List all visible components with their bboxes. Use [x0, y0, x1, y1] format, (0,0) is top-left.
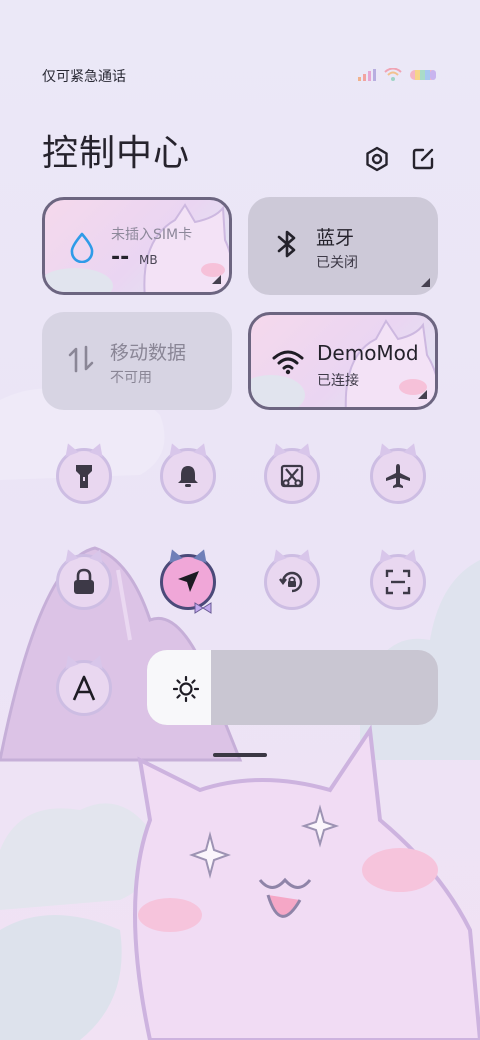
brightness-slider[interactable]: [147, 650, 438, 725]
location-icon: [178, 571, 199, 592]
signal-icon: [358, 68, 376, 81]
wifi-status: 已连接: [317, 373, 359, 389]
sun-icon: [173, 676, 199, 702]
status-icons: [358, 68, 436, 81]
bluetooth-tile[interactable]: 蓝牙 已关闭: [248, 197, 438, 295]
edit-button[interactable]: [408, 144, 438, 174]
status-text: 仅可紧急通话: [42, 69, 126, 85]
bell-toggle[interactable]: [160, 440, 216, 504]
settings-button[interactable]: [362, 144, 392, 174]
bluetooth-icon: [270, 227, 304, 261]
bell-icon: [178, 466, 198, 487]
mobile-data-icon: [64, 342, 98, 376]
expand-corner: [421, 278, 430, 287]
mobile-data-name: 移动数据: [110, 342, 187, 364]
lock-icon: [74, 568, 94, 594]
scan-toggle[interactable]: [370, 546, 426, 610]
wifi-name: DemoMod: [317, 341, 419, 365]
font-icon: [72, 675, 96, 701]
flashlight-icon: [76, 465, 92, 488]
settings-icon: [366, 146, 388, 172]
rotation-lock-icon: [279, 571, 303, 593]
scan-icon: [385, 569, 411, 595]
data-usage-value: --: [111, 245, 130, 270]
lock-toggle[interactable]: [56, 546, 112, 610]
flashlight-toggle[interactable]: [56, 440, 112, 504]
wifi-icon: [271, 345, 305, 379]
airplane-toggle[interactable]: [370, 440, 426, 504]
wifi-icon: [384, 68, 402, 81]
screenshot-toggle[interactable]: [264, 440, 320, 504]
mobile-data-status: 不可用: [110, 370, 152, 386]
mobile-data-tile[interactable]: 移动数据 不可用: [42, 312, 232, 410]
battery-icon: [410, 69, 436, 80]
bluetooth-name: 蓝牙: [316, 227, 355, 249]
font-toggle[interactable]: [56, 652, 112, 716]
screenshot-icon: [280, 464, 304, 488]
bow-decoration: [194, 602, 212, 614]
expand-corner: [418, 390, 427, 399]
home-indicator[interactable]: [213, 753, 267, 757]
edit-icon: [412, 148, 434, 170]
rotation-lock-toggle[interactable]: [264, 546, 320, 610]
airplane-icon: [386, 464, 410, 488]
wifi-tile[interactable]: DemoMod 已连接: [248, 312, 438, 410]
droplet-icon: [65, 230, 99, 264]
data-usage-tile[interactable]: 未插入SIM卡 -- MB: [42, 197, 232, 295]
location-toggle[interactable]: [160, 546, 216, 614]
data-usage-label: 未插入SIM卡: [111, 227, 193, 243]
expand-corner: [212, 275, 221, 284]
page-title: 控制中心: [42, 133, 191, 174]
data-usage-unit: MB: [139, 253, 158, 267]
bluetooth-status: 已关闭: [316, 255, 358, 271]
